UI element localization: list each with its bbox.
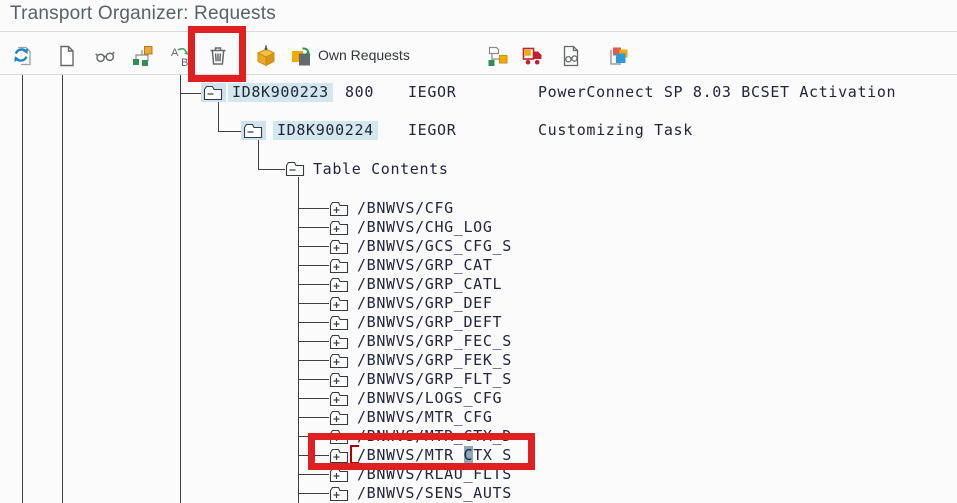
tree-connector xyxy=(298,227,329,228)
annotation-rect-selected-table xyxy=(308,433,535,470)
table-row[interactable]: /BNWVS/MTR_CFG xyxy=(0,408,957,427)
table-row[interactable]: /BNWVS/SENS_AUTS xyxy=(0,484,957,503)
tree-connector xyxy=(298,246,329,247)
own-requests-label[interactable]: Own Requests xyxy=(318,47,410,63)
title-divider xyxy=(0,31,957,32)
folder-plus-icon[interactable] xyxy=(329,353,349,369)
table-row[interactable]: /BNWVS/GRP_CATL xyxy=(0,275,957,294)
folder-plus-icon[interactable] xyxy=(329,334,349,350)
request-description[interactable]: PowerConnect SP 8.03 BCSET Activation xyxy=(538,83,896,102)
table-label[interactable]: /BNWVS/LOGS_CFG xyxy=(357,389,502,408)
table-label[interactable]: /BNWVS/GRP_CATL xyxy=(357,275,502,294)
folder-plus-icon[interactable] xyxy=(329,486,349,502)
tree-connector xyxy=(258,140,259,170)
request-id[interactable]: ID8K900224 xyxy=(273,121,378,140)
table-label[interactable]: /BNWVS/GCS_CFG_S xyxy=(357,237,512,256)
table-label[interactable]: /BNWVS/CHG_LOG xyxy=(357,218,493,237)
tree-connector xyxy=(298,493,329,494)
table-label[interactable]: /BNWVS/GRP_DEF xyxy=(357,294,493,313)
request-client[interactable]: 800 xyxy=(345,83,374,102)
tree-connector xyxy=(298,417,329,418)
table-label[interactable]: /BNWVS/GRP_DEFT xyxy=(357,313,502,332)
display-button[interactable] xyxy=(91,42,119,70)
table-row[interactable]: /BNWVS/GRP_FEC_S xyxy=(0,332,957,351)
tree-connector xyxy=(298,284,329,285)
toolbar-divider xyxy=(0,74,957,75)
folder-plus-icon[interactable] xyxy=(329,296,349,312)
table-row[interactable]: /BNWVS/CHG_LOG xyxy=(0,218,957,237)
tree-connector xyxy=(181,93,203,94)
table-row[interactable]: /BNWVS/GRP_FEK_S xyxy=(0,351,957,370)
tree-connector xyxy=(298,265,329,266)
create-request-button[interactable] xyxy=(53,42,81,70)
page-title: Transport Organizer: Requests xyxy=(10,3,276,25)
request-id[interactable]: ID8K900223 xyxy=(228,83,333,102)
folder-open-icon[interactable] xyxy=(203,85,223,101)
folder-open-icon[interactable] xyxy=(285,161,305,177)
own-requests-button[interactable] xyxy=(287,42,315,70)
tree-connector xyxy=(298,474,329,475)
svg-text:A: A xyxy=(171,47,179,59)
table-row[interactable]: /BNWVS/GRP_FLT_S xyxy=(0,370,957,389)
folder-plus-icon[interactable] xyxy=(329,315,349,331)
request-owner[interactable]: IEGOR xyxy=(408,83,456,102)
tree-connector xyxy=(298,379,329,380)
display-request-button[interactable] xyxy=(557,42,585,70)
tree-connector xyxy=(298,341,329,342)
group-label[interactable]: Table Contents xyxy=(313,160,449,179)
folder-plus-icon[interactable] xyxy=(329,220,349,236)
table-row[interactable]: /BNWVS/GRP_DEFT xyxy=(0,313,957,332)
release-request-button[interactable] xyxy=(252,42,280,70)
table-row[interactable]: /BNWVS/GRP_CAT xyxy=(0,256,957,275)
tree-connector xyxy=(298,360,329,361)
folder-open-icon[interactable] xyxy=(243,123,263,139)
transport-hierarchy-button[interactable] xyxy=(484,42,512,70)
table-row[interactable]: /BNWVS/CFG xyxy=(0,199,957,218)
folder-plus-icon[interactable] xyxy=(329,372,349,388)
object-list-button[interactable] xyxy=(605,42,633,70)
folder-plus-icon[interactable] xyxy=(329,258,349,274)
table-label[interactable]: /BNWVS/GRP_FEK_S xyxy=(357,351,512,370)
table-label[interactable]: /BNWVS/GRP_CAT xyxy=(357,256,493,275)
tree-connector xyxy=(298,208,329,209)
folder-plus-icon[interactable] xyxy=(329,391,349,407)
folder-plus-icon[interactable] xyxy=(329,410,349,426)
table-label[interactable]: /BNWVS/MTR_CFG xyxy=(357,408,493,427)
table-label[interactable]: /BNWVS/GRP_FLT_S xyxy=(357,370,512,389)
folder-plus-icon[interactable] xyxy=(329,239,349,255)
tree-connector xyxy=(218,131,242,132)
refresh-button[interactable] xyxy=(8,42,36,70)
folder-plus-icon[interactable] xyxy=(329,277,349,293)
request-description[interactable]: Customizing Task xyxy=(538,121,693,140)
table-row[interactable]: /BNWVS/GRP_DEF xyxy=(0,294,957,313)
transport-button[interactable] xyxy=(519,42,547,70)
folder-plus-icon[interactable] xyxy=(329,201,349,217)
annotation-rect-delete xyxy=(188,26,246,82)
request-hierarchy-button[interactable] xyxy=(129,42,157,70)
tree-connector xyxy=(218,102,219,132)
tree-connector xyxy=(298,322,329,323)
table-row[interactable]: /BNWVS/LOGS_CFG xyxy=(0,389,957,408)
table-row[interactable]: /BNWVS/GCS_CFG_S xyxy=(0,237,957,256)
tree-connector xyxy=(258,169,285,170)
request-owner[interactable]: IEGOR xyxy=(408,121,456,140)
table-label[interactable]: /BNWVS/GRP_FEC_S xyxy=(357,332,512,351)
tree-connector xyxy=(298,398,329,399)
table-label[interactable]: /BNWVS/CFG xyxy=(357,199,454,218)
tree-connector xyxy=(298,303,329,304)
table-label[interactable]: /BNWVS/SENS_AUTS xyxy=(357,484,512,503)
